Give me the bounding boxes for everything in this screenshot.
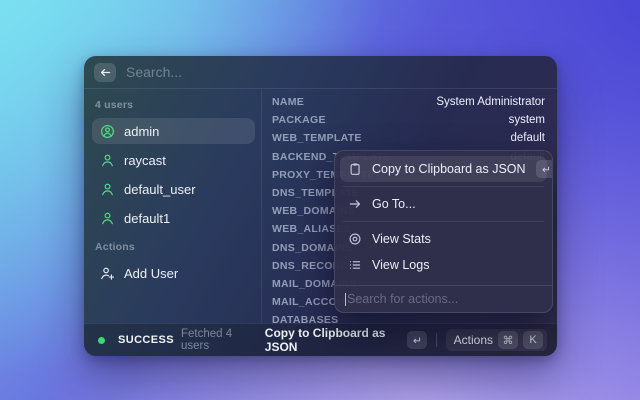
user-label: admin <box>124 124 159 139</box>
user-icon <box>100 182 115 197</box>
users-section-header: 4 users <box>95 99 252 111</box>
user-circle-icon <box>100 124 115 139</box>
menu-item-label: Go To... <box>372 197 416 211</box>
context-menu-item[interactable]: View Login History <box>340 278 547 285</box>
menu-item-label: View Stats <box>372 232 431 246</box>
sidebar-item-action[interactable]: Add User <box>92 260 255 286</box>
menu-item-label: Copy to Clipboard as JSON <box>372 162 526 176</box>
actions-section-header: Actions <box>95 241 252 253</box>
context-menu-item[interactable]: View Stats <box>340 226 547 252</box>
return-icon <box>536 160 552 178</box>
user-plus-icon <box>100 266 115 281</box>
k-key-icon: K <box>523 331 543 349</box>
actions-button-label: Actions <box>454 333 493 347</box>
sidebar-item-user[interactable]: default_user <box>92 176 255 202</box>
actions-search-input[interactable] <box>347 292 542 306</box>
user-label: default1 <box>124 211 170 226</box>
menu-divider <box>343 221 544 222</box>
actions-menu-button[interactable]: Actions ⌘ K <box>446 329 547 351</box>
stats-icon <box>348 232 362 246</box>
text-cursor <box>345 293 346 306</box>
success-dot-icon <box>98 337 105 344</box>
footer-right: Copy to Clipboard as JSON Actions ⌘ K <box>265 326 547 354</box>
primary-action-label: Copy to Clipboard as JSON <box>265 326 401 354</box>
sidebar-item-user[interactable]: admin <box>92 118 255 144</box>
launcher-window: 4 users admin raycast default_user <box>84 56 557 356</box>
actions-search-row <box>335 285 552 312</box>
status-message: Fetched 4 users <box>181 328 258 352</box>
back-button[interactable] <box>94 63 116 82</box>
desktop-background: 4 users admin raycast default_user <box>0 0 640 400</box>
detail-row: PACKAGE system <box>272 111 545 129</box>
sidebar-item-user[interactable]: raycast <box>92 147 255 173</box>
clipboard-icon <box>348 162 362 176</box>
context-menu-item[interactable]: View Logs <box>340 252 547 278</box>
context-menu-item[interactable]: Copy to Clipboard as JSON <box>340 156 547 182</box>
menu-divider <box>343 186 544 187</box>
status-bar: SUCCESS Fetched 4 users Copy to Clipboar… <box>84 323 557 356</box>
list-icon <box>348 258 362 272</box>
actions-context-menu: Copy to Clipboard as JSON Go To... View <box>334 150 553 313</box>
return-icon <box>407 331 427 349</box>
arrow-right-icon <box>348 197 362 211</box>
menu-item-label: View Logs <box>372 258 429 272</box>
status-label: SUCCESS <box>118 334 174 346</box>
detail-row: NAME System Administrator <box>272 93 545 111</box>
context-menu-item[interactable]: Go To... <box>340 191 547 217</box>
user-icon <box>100 153 115 168</box>
search-bar <box>84 56 557 89</box>
user-icon <box>100 211 115 226</box>
command-key-icon: ⌘ <box>498 331 518 349</box>
detail-value: System Administrator <box>436 96 545 108</box>
action-label: Add User <box>124 266 178 281</box>
primary-action-button[interactable]: Copy to Clipboard as JSON <box>265 326 427 354</box>
detail-label: NAME <box>272 96 304 108</box>
detail-label: PACKAGE <box>272 114 326 126</box>
context-menu-items: Copy to Clipboard as JSON Go To... View <box>335 151 552 285</box>
user-label: default_user <box>124 182 196 197</box>
search-input[interactable] <box>126 64 547 80</box>
sidebar-item-user[interactable]: default1 <box>92 205 255 231</box>
footer-divider <box>436 333 437 347</box>
detail-value: system <box>509 114 545 126</box>
sidebar: 4 users admin raycast default_user <box>84 89 262 323</box>
arrow-left-icon <box>99 66 112 79</box>
user-label: raycast <box>124 153 166 168</box>
detail-row: WEB_TEMPLATE default <box>272 129 545 147</box>
detail-label: WEB_TEMPLATE <box>272 132 362 144</box>
detail-value: default <box>510 132 545 144</box>
